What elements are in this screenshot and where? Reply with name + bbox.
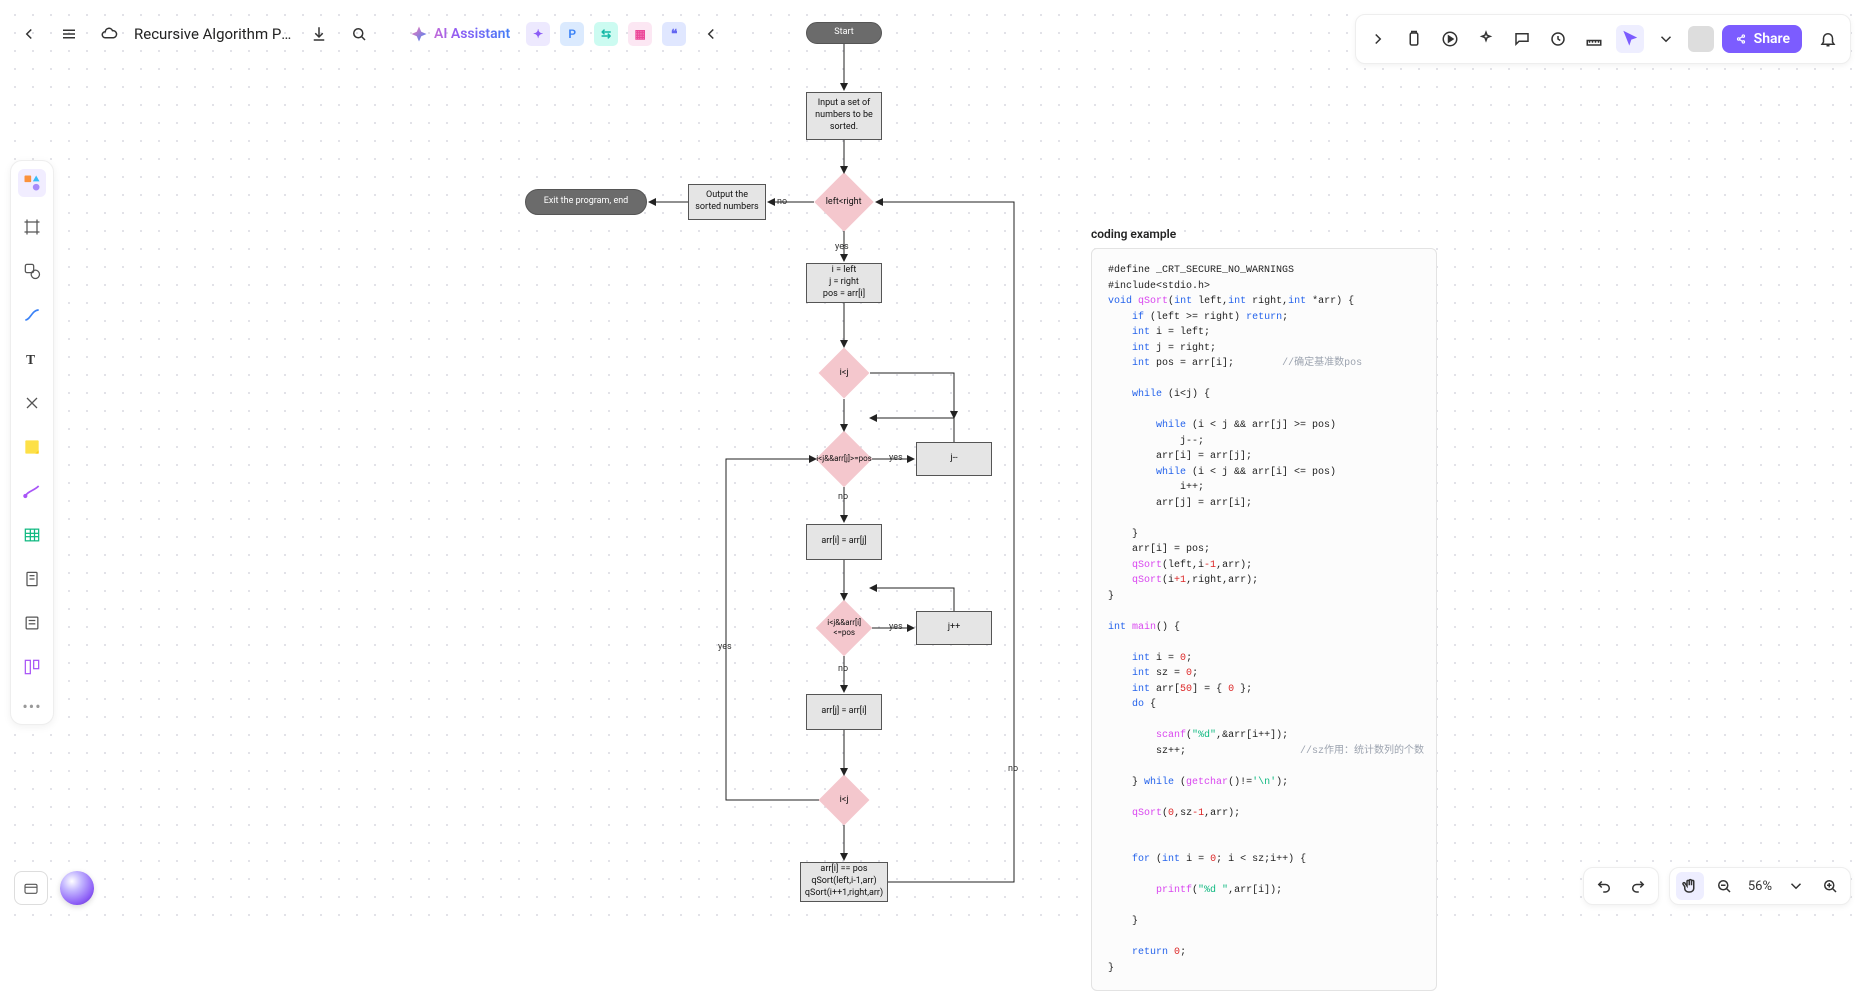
comment-icon[interactable] xyxy=(1508,25,1536,53)
bell-icon[interactable] xyxy=(1814,25,1842,53)
node-init[interactable]: i = left j = right pos = arr[i] xyxy=(806,263,882,303)
zoom-in-button[interactable] xyxy=(1816,872,1844,900)
node-assign2[interactable]: arr[j] = arr[i] xyxy=(806,694,882,730)
layers-button[interactable] xyxy=(14,871,48,905)
clipboard-icon[interactable] xyxy=(1400,25,1428,53)
more-tools[interactable]: ••• xyxy=(22,697,41,716)
redo-button[interactable] xyxy=(1624,872,1652,900)
node-final[interactable]: arr[i] == pos qSort(left,i-1,arr) qSort(… xyxy=(800,862,888,902)
lbl-no-2: no xyxy=(838,492,848,502)
ai-assistant-button[interactable]: AI Assistant xyxy=(404,25,516,43)
cursor-icon[interactable] xyxy=(1616,25,1644,53)
code-title: coding example xyxy=(1091,227,1176,241)
document-title[interactable]: Recursive Algorithm Pro... xyxy=(134,25,294,43)
chip-1[interactable]: ✦ xyxy=(526,22,550,46)
list-tool[interactable] xyxy=(18,609,46,637)
history-icon[interactable] xyxy=(1544,25,1572,53)
zoom-level[interactable]: 56% xyxy=(1744,879,1776,894)
zoom-out-button[interactable] xyxy=(1710,872,1738,900)
hand-tool[interactable] xyxy=(1676,872,1704,900)
node-jdec[interactable]: j-- xyxy=(916,442,992,476)
lbl-yes-3: yes xyxy=(889,622,903,632)
node-assign1[interactable]: arr[i] = arr[j] xyxy=(806,524,882,560)
pen-tool[interactable] xyxy=(18,477,46,505)
frame-tool[interactable] xyxy=(18,213,46,241)
chevron-left-icon[interactable] xyxy=(696,19,726,49)
node-output[interactable]: Output the sorted numbers xyxy=(688,184,766,220)
lbl-no-3: no xyxy=(838,664,848,674)
chip-pink[interactable]: ▦ xyxy=(628,22,652,46)
bottom-left-controls xyxy=(14,871,94,905)
lbl-no-1: no xyxy=(777,197,787,207)
share-button[interactable]: Share xyxy=(1722,25,1802,53)
zoom-dropdown[interactable] xyxy=(1782,872,1810,900)
node-exit[interactable]: Exit the program, end xyxy=(525,189,647,215)
chip-indigo[interactable]: ❝ xyxy=(662,22,686,46)
shape-tool[interactable] xyxy=(18,257,46,285)
node-jinc[interactable]: j++ xyxy=(916,611,992,645)
bottom-right-controls: 56% xyxy=(1583,867,1851,905)
chip-p[interactable]: P xyxy=(560,22,584,46)
doc-tool[interactable] xyxy=(18,565,46,593)
ai-orb-button[interactable] xyxy=(60,871,94,905)
chevron-down-icon[interactable] xyxy=(1652,25,1680,53)
node-start[interactable]: Start xyxy=(806,22,882,44)
search-icon[interactable] xyxy=(344,19,374,49)
chevron-right-icon[interactable] xyxy=(1364,25,1392,53)
kanban-tool[interactable] xyxy=(18,653,46,681)
lbl-yes-1: yes xyxy=(835,242,849,252)
code-panel[interactable]: #define _CRT_SECURE_NO_WARNINGS #include… xyxy=(1091,248,1437,991)
play-icon[interactable] xyxy=(1436,25,1464,53)
connector-tool[interactable] xyxy=(18,301,46,329)
left-toolbar: T ••• xyxy=(10,160,54,725)
note-tool[interactable] xyxy=(18,433,46,461)
formula-tool[interactable] xyxy=(18,389,46,417)
user-avatar[interactable] xyxy=(1688,26,1714,52)
shapes-tool[interactable] xyxy=(18,169,46,197)
download-icon[interactable] xyxy=(304,19,334,49)
node-input[interactable]: Input a set of numbers to be sorted. xyxy=(806,92,882,140)
cloud-icon[interactable] xyxy=(94,19,124,49)
top-left-toolbar: Recursive Algorithm Pro... AI Assistant … xyxy=(14,14,726,54)
back-button[interactable] xyxy=(14,19,44,49)
lbl-no-4: no xyxy=(1008,764,1018,774)
lbl-yes-2: yes xyxy=(889,453,903,463)
svg-text:T: T xyxy=(26,352,35,367)
ruler-icon[interactable] xyxy=(1580,25,1608,53)
top-right-toolbar: Share xyxy=(1355,14,1851,64)
menu-button[interactable] xyxy=(54,19,84,49)
table-tool[interactable] xyxy=(18,521,46,549)
undo-button[interactable] xyxy=(1590,872,1618,900)
lbl-yes-4: yes xyxy=(718,642,732,652)
chip-teal[interactable]: ⇆ xyxy=(594,22,618,46)
text-tool[interactable]: T xyxy=(18,345,46,373)
sparkle-icon[interactable] xyxy=(1472,25,1500,53)
